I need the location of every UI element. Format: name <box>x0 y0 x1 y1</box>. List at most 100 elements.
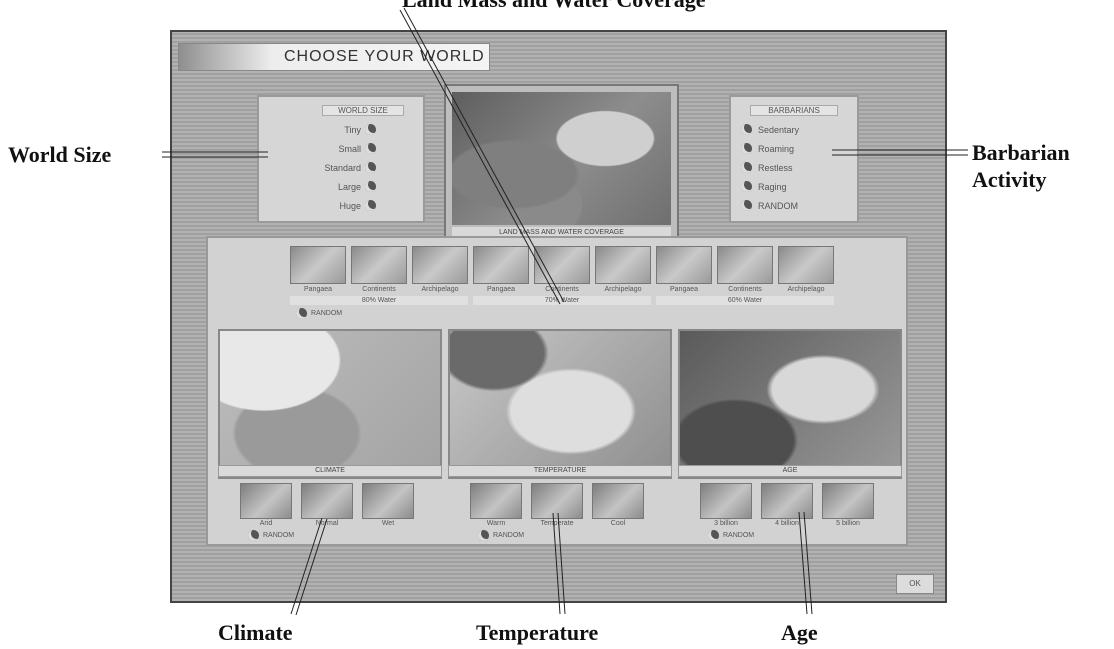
callout-barbarian-activity-line1: Barbarian <box>972 140 1070 165</box>
radio-icon[interactable] <box>741 124 752 135</box>
radio-icon[interactable] <box>365 162 376 173</box>
radio-icon[interactable] <box>365 200 376 211</box>
option-label: Large <box>337 181 361 192</box>
climate-arid[interactable] <box>240 483 292 519</box>
temperature-random-option[interactable]: RANDOM <box>478 530 524 541</box>
climate-divider <box>238 544 418 545</box>
age-divider <box>698 544 878 545</box>
world-map-preview <box>452 92 671 225</box>
age-preview <box>678 329 902 479</box>
temperature-cool[interactable] <box>592 483 644 519</box>
age-3-billion[interactable] <box>700 483 752 519</box>
landmass-80-archipelago[interactable] <box>412 246 468 284</box>
option-label: RANDOM <box>311 310 343 317</box>
radio-icon[interactable] <box>365 143 376 154</box>
radio-icon[interactable] <box>708 530 719 541</box>
callout-temperature: Temperature <box>476 620 599 645</box>
barbarians-roaming[interactable]: Roaming <box>741 139 857 158</box>
ok-button[interactable]: OK <box>896 574 934 594</box>
temperature-option-label: Warm <box>486 520 506 527</box>
climate-preview <box>218 329 442 479</box>
temperature-preview <box>448 329 672 479</box>
temperature-option-label: Temperate <box>540 520 574 527</box>
option-label: Small <box>338 143 361 154</box>
landmass-type-label: Continents <box>545 286 579 293</box>
radio-icon[interactable] <box>365 124 376 135</box>
temperature-warm[interactable] <box>470 483 522 519</box>
option-label: Standard <box>324 162 361 173</box>
age-option-label: 3 billion <box>714 520 738 527</box>
age-5-billion[interactable] <box>822 483 874 519</box>
age-random-option[interactable]: RANDOM <box>708 530 754 541</box>
climate-random-option[interactable]: RANDOM <box>248 530 294 541</box>
temperature-option-label: Cool <box>610 520 626 527</box>
screen-title: CHOOSE YOUR WORLD <box>178 43 490 71</box>
landmass-type-label: Archipelago <box>604 286 642 293</box>
landmass-type-label: Pangaea <box>486 286 516 293</box>
callout-barbarian-activity-line2: Activity <box>972 167 1047 192</box>
option-label: RANDOM <box>493 532 525 539</box>
landmass-60-pangaea[interactable] <box>656 246 712 284</box>
temperature-divider <box>468 544 648 545</box>
age-option-label: 4 billion <box>775 520 799 527</box>
landmass-type-label: Continents <box>728 286 762 293</box>
radio-icon[interactable] <box>365 181 376 192</box>
age-4-billion[interactable] <box>761 483 813 519</box>
barbarians-restless[interactable]: Restless <box>741 158 857 177</box>
barbarians-sedentary[interactable]: Sedentary <box>741 120 857 139</box>
landmass-type-label: Continents <box>362 286 396 293</box>
landmass-type-label: Pangaea <box>303 286 333 293</box>
landmass-70-pangaea[interactable] <box>473 246 529 284</box>
temperature-label: TEMPERATURE <box>448 465 672 477</box>
world-size-large[interactable]: Large <box>305 177 423 196</box>
climate-normal[interactable] <box>301 483 353 519</box>
option-label: Tiny <box>344 124 361 135</box>
world-size-panel: WORLD SIZE Tiny Small Standard Large Hug… <box>257 95 425 223</box>
option-label: RANDOM <box>723 532 755 539</box>
landmass-group-label: 60% Water <box>656 296 834 305</box>
callout-land-mass-water-coverage: Land Mass and Water Coverage <box>402 0 742 13</box>
world-size-standard[interactable]: Standard <box>305 158 423 177</box>
callout-climate: Climate <box>218 620 293 645</box>
radio-icon[interactable] <box>741 181 752 192</box>
landmass-80-pangaea[interactable] <box>290 246 346 284</box>
landmass-80-continents[interactable] <box>351 246 407 284</box>
climate-wet[interactable] <box>362 483 414 519</box>
barbarians-panel: BARBARIANS Sedentary Roaming Restless Ra… <box>729 95 859 223</box>
callout-age: Age <box>781 620 818 645</box>
landmass-type-label: Archipelago <box>787 286 825 293</box>
age-option-label: 5 billion <box>836 520 860 527</box>
landmass-group-label: 80% Water <box>290 296 468 305</box>
radio-icon[interactable] <box>296 308 307 319</box>
radio-icon[interactable] <box>741 162 752 173</box>
map-preview-frame: LAND MASS AND WATER COVERAGE <box>444 84 679 242</box>
radio-icon[interactable] <box>741 143 752 154</box>
landmass-type-label: Pangaea <box>669 286 699 293</box>
world-size-title: WORLD SIZE <box>322 105 404 116</box>
landmass-70-archipelago[interactable] <box>595 246 651 284</box>
radio-icon[interactable] <box>741 200 752 211</box>
option-label: Restless <box>758 162 793 173</box>
landmass-60-archipelago[interactable] <box>778 246 834 284</box>
temperature-temperate[interactable] <box>531 483 583 519</box>
climate-option-label: Arid <box>259 520 273 527</box>
world-options-panel: Pangaea Continents Archipelago Pangaea C… <box>206 236 908 546</box>
landmass-type-label: Archipelago <box>421 286 459 293</box>
landmass-70-continents[interactable] <box>534 246 590 284</box>
barbarians-raging[interactable]: Raging <box>741 177 857 196</box>
radio-icon[interactable] <box>248 530 259 541</box>
option-label: Raging <box>758 181 787 192</box>
landmass-group-label: 70% Water <box>473 296 651 305</box>
world-size-huge[interactable]: Huge <box>305 196 423 215</box>
world-size-tiny[interactable]: Tiny <box>305 120 423 139</box>
landmass-random-option[interactable]: RANDOM <box>296 308 342 319</box>
radio-icon[interactable] <box>478 530 489 541</box>
barbarians-random[interactable]: RANDOM <box>741 196 857 215</box>
age-label: AGE <box>678 465 902 477</box>
option-label: RANDOM <box>263 532 295 539</box>
option-label: Sedentary <box>758 124 800 135</box>
climate-label: CLIMATE <box>218 465 442 477</box>
landmass-60-continents[interactable] <box>717 246 773 284</box>
option-label: RANDOM <box>758 200 798 211</box>
world-size-small[interactable]: Small <box>305 139 423 158</box>
